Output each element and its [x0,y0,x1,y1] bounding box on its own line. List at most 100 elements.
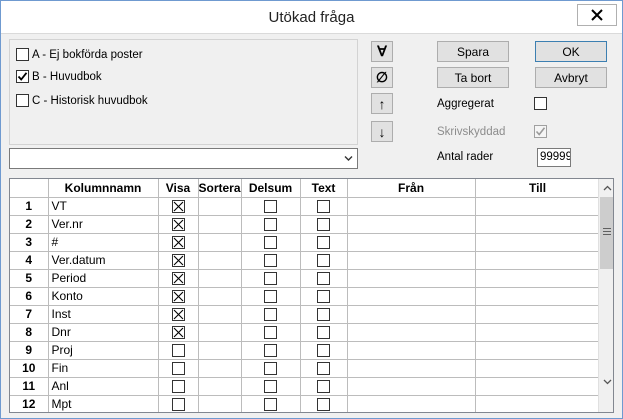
text-cell[interactable] [300,395,348,412]
visa-cell[interactable] [158,197,199,216]
text-cell[interactable] [300,323,348,342]
fran-cell[interactable] [347,197,476,216]
delsum-cell[interactable] [241,269,301,288]
table-row[interactable]: 5 Period [10,269,601,288]
delsum-checkbox[interactable] [264,326,278,340]
column-name-cell[interactable]: Ver.nr [48,215,159,234]
filter-b-checkbox[interactable] [16,70,29,83]
column-name-cell[interactable]: Proj [48,341,159,360]
delsum-checkbox[interactable] [264,272,278,286]
sortera-cell[interactable] [198,341,242,360]
filter-c-checkbox[interactable] [16,94,29,107]
visa-cell[interactable] [158,323,199,342]
column-name-cell[interactable]: VT [48,197,159,216]
header-delsum[interactable]: Delsum [241,179,301,198]
fran-cell[interactable] [347,395,476,412]
vertical-scrollbar[interactable] [598,179,613,412]
scroll-thumb[interactable] [600,197,613,269]
text-checkbox[interactable] [317,398,331,412]
text-checkbox[interactable] [317,200,331,214]
till-cell[interactable] [475,269,601,288]
save-button[interactable]: Spara [437,41,509,62]
visa-cell[interactable] [158,377,199,396]
text-cell[interactable] [300,215,348,234]
delsum-checkbox[interactable] [264,290,278,304]
table-row[interactable]: 2 Ver.nr [10,215,601,234]
header-till[interactable]: Till [475,179,601,198]
column-name-cell[interactable]: Mpt [48,395,159,412]
sortera-cell[interactable] [198,305,242,324]
visa-checkbox[interactable] [171,290,185,304]
till-cell[interactable] [475,395,601,412]
visa-checkbox[interactable] [171,344,185,358]
visa-cell[interactable] [158,233,199,252]
visa-checkbox[interactable] [171,326,185,340]
till-cell[interactable] [475,323,601,342]
delsum-checkbox[interactable] [264,218,278,232]
text-checkbox[interactable] [317,272,331,286]
visa-cell[interactable] [158,305,199,324]
visa-cell[interactable] [158,251,199,270]
sortera-cell[interactable] [198,197,242,216]
filter-c[interactable]: C - Historisk huvudbok [16,94,148,107]
till-cell[interactable] [475,287,601,306]
till-cell[interactable] [475,305,601,324]
visa-cell[interactable] [158,269,199,288]
delsum-cell[interactable] [241,197,301,216]
table-row[interactable]: 6 Konto [10,287,601,306]
select-all-button[interactable]: ∀ [371,41,393,62]
scroll-up-button[interactable] [599,179,613,196]
fran-cell[interactable] [347,287,476,306]
delsum-cell[interactable] [241,305,301,324]
fran-cell[interactable] [347,377,476,396]
delsum-checkbox[interactable] [264,254,278,268]
close-button[interactable] [577,4,617,26]
delsum-checkbox[interactable] [264,308,278,322]
text-checkbox[interactable] [317,326,331,340]
delsum-cell[interactable] [241,233,301,252]
visa-checkbox[interactable] [171,362,185,376]
text-cell[interactable] [300,251,348,270]
table-row[interactable]: 10 Fin [10,359,601,378]
table-row[interactable]: 11 Anl [10,377,601,396]
table-row[interactable]: 1 VT [10,197,601,216]
visa-checkbox[interactable] [171,272,185,286]
sortera-cell[interactable] [198,287,242,306]
column-name-cell[interactable]: Inst [48,305,159,324]
fran-cell[interactable] [347,305,476,324]
delsum-checkbox[interactable] [264,344,278,358]
till-cell[interactable] [475,341,601,360]
rows-input[interactable]: 99999 [537,148,571,167]
text-cell[interactable] [300,287,348,306]
select-none-button[interactable]: ∅ [371,67,393,88]
scroll-down-button[interactable] [599,373,613,390]
table-row[interactable]: 3 # [10,233,601,252]
till-cell[interactable] [475,359,601,378]
delsum-cell[interactable] [241,287,301,306]
header-visa[interactable]: Visa [158,179,199,198]
fran-cell[interactable] [347,251,476,270]
delsum-cell[interactable] [241,215,301,234]
visa-checkbox[interactable] [171,218,185,232]
column-name-cell[interactable]: Dnr [48,323,159,342]
fran-cell[interactable] [347,233,476,252]
fran-cell[interactable] [347,269,476,288]
delsum-cell[interactable] [241,251,301,270]
text-checkbox[interactable] [317,218,331,232]
ok-button[interactable]: OK [535,41,607,62]
sortera-cell[interactable] [198,377,242,396]
delsum-checkbox[interactable] [264,236,278,250]
column-name-cell[interactable]: Konto [48,287,159,306]
visa-checkbox[interactable] [171,254,185,268]
header-text[interactable]: Text [300,179,348,198]
till-cell[interactable] [475,197,601,216]
table-row[interactable]: 4 Ver.datum [10,251,601,270]
delsum-cell[interactable] [241,395,301,412]
move-down-button[interactable]: ↓ [371,121,393,142]
table-row[interactable]: 12 Mpt [10,395,601,412]
fran-cell[interactable] [347,215,476,234]
sortera-cell[interactable] [198,395,242,412]
text-cell[interactable] [300,377,348,396]
fran-cell[interactable] [347,341,476,360]
aggregate-checkbox[interactable] [534,97,547,110]
